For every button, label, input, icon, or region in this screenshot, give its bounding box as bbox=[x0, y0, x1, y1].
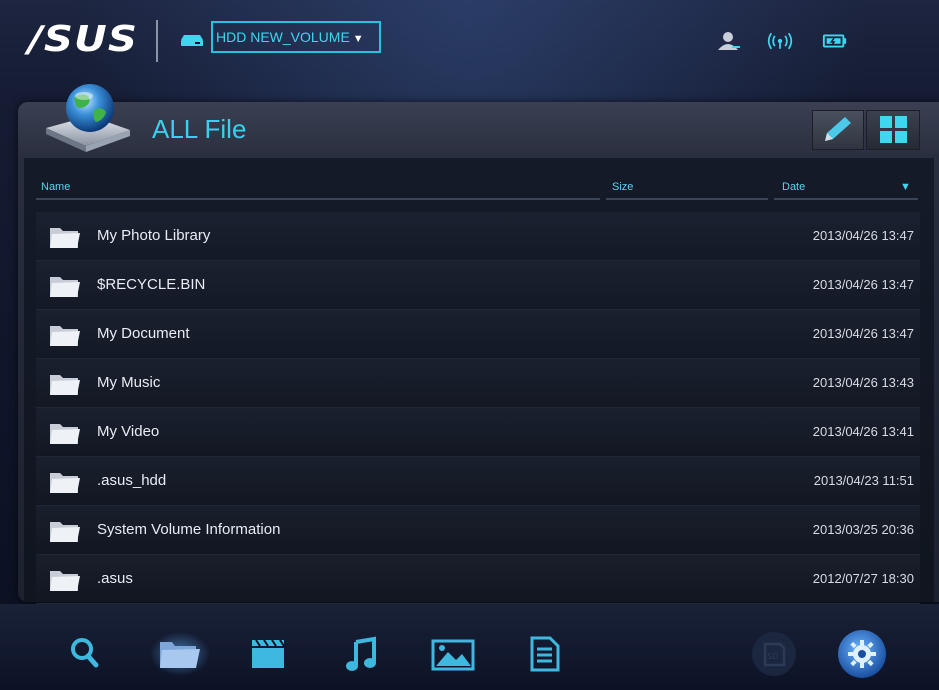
file-name: My Music bbox=[97, 374, 161, 391]
globe-book-icon bbox=[46, 84, 130, 152]
folder-icon bbox=[50, 228, 80, 248]
file-date: 2013/04/26 13:41 bbox=[812, 424, 914, 439]
folder-icon bbox=[50, 277, 80, 297]
logo-divider bbox=[156, 20, 158, 62]
hdd-icon bbox=[181, 35, 203, 46]
folder-icon bbox=[50, 326, 80, 346]
list-item[interactable]: $RECYCLE.BIN 2013/04/26 13:47 bbox=[36, 261, 920, 310]
column-header-date[interactable]: Date bbox=[782, 180, 805, 194]
svg-text:SD: SD bbox=[767, 652, 778, 661]
sd-card-icon: SD bbox=[752, 632, 796, 676]
file-name: .asus bbox=[97, 570, 133, 587]
list-item[interactable]: .asus_hdd 2013/04/23 11:51 bbox=[36, 457, 920, 506]
file-name: My Video bbox=[97, 423, 160, 440]
video-clapper-icon bbox=[252, 639, 285, 668]
list-item[interactable]: .asus 2012/07/27 18:30 bbox=[36, 555, 920, 604]
page-title: ALL File bbox=[152, 114, 247, 144]
edit-button[interactable] bbox=[812, 110, 864, 150]
app-window: /SUS HDD NEW_VOLUME ▼ ALL File Name Size… bbox=[0, 0, 939, 690]
list-item[interactable]: System Volume Information 2013/03/25 20:… bbox=[36, 506, 920, 555]
files-tab-button[interactable] bbox=[150, 630, 210, 678]
volume-dropdown[interactable]: HDD NEW_VOLUME ▼ bbox=[211, 21, 381, 53]
column-header-size[interactable]: Size bbox=[612, 180, 633, 194]
file-name: .asus_hdd bbox=[97, 472, 167, 489]
file-name: System Volume Information bbox=[97, 521, 281, 538]
column-header-name[interactable]: Name bbox=[41, 180, 70, 194]
documents-tab-button[interactable] bbox=[522, 632, 572, 676]
photo-icon bbox=[431, 639, 475, 671]
file-date: 2013/04/26 13:47 bbox=[812, 326, 914, 341]
sort-down-icon[interactable]: ▼ bbox=[900, 181, 911, 193]
list-item[interactable]: My Document 2013/04/26 13:47 bbox=[36, 310, 920, 359]
settings-gear-icon bbox=[838, 630, 886, 678]
file-name: $RECYCLE.BIN bbox=[97, 276, 206, 293]
volume-label: HDD NEW_VOLUME bbox=[216, 29, 350, 45]
column-divider-date bbox=[774, 198, 918, 200]
sd-card-button[interactable]: SD bbox=[748, 628, 800, 680]
document-icon bbox=[530, 636, 560, 672]
file-name: My Document bbox=[97, 325, 190, 342]
videos-tab-button[interactable] bbox=[244, 632, 294, 676]
list-item[interactable]: My Music 2013/04/26 13:43 bbox=[36, 359, 920, 408]
column-divider-name bbox=[36, 198, 600, 200]
folder-icon bbox=[50, 424, 80, 444]
list-item[interactable]: My Photo Library 2013/04/26 13:47 bbox=[36, 212, 920, 261]
list-item[interactable]: My Video 2013/04/26 13:41 bbox=[36, 408, 920, 457]
search-icon bbox=[71, 638, 99, 668]
grid-view-icon bbox=[880, 116, 907, 143]
search-button[interactable] bbox=[62, 632, 112, 676]
music-tab-button[interactable] bbox=[340, 632, 390, 676]
chevron-down-icon: ▼ bbox=[352, 33, 364, 45]
file-date: 2012/07/27 18:30 bbox=[812, 571, 914, 586]
folder-icon bbox=[50, 473, 80, 493]
column-divider-size bbox=[606, 198, 768, 200]
file-name: My Photo Library bbox=[97, 227, 211, 244]
file-date: 2013/04/26 13:47 bbox=[812, 277, 914, 292]
top-bar: /SUS HDD NEW_VOLUME ▼ bbox=[0, 0, 939, 84]
folder-icon bbox=[50, 522, 80, 542]
folder-icon bbox=[50, 571, 80, 591]
file-date: 2013/03/25 20:36 bbox=[812, 522, 914, 537]
settings-button[interactable] bbox=[836, 628, 888, 680]
music-note-icon bbox=[346, 636, 376, 671]
file-date: 2013/04/26 13:47 bbox=[812, 228, 914, 243]
folder-icon bbox=[150, 632, 210, 676]
grid-view-button[interactable] bbox=[866, 110, 920, 150]
folder-icon bbox=[50, 375, 80, 395]
file-date: 2013/04/26 13:43 bbox=[812, 375, 914, 390]
battery-icon[interactable] bbox=[822, 30, 848, 52]
wifi-icon[interactable] bbox=[767, 30, 793, 52]
user-icon[interactable] bbox=[716, 30, 742, 52]
file-date: 2013/04/23 11:51 bbox=[813, 473, 914, 488]
edit-pencil-icon bbox=[825, 117, 851, 141]
asus-logo: /SUS bbox=[28, 19, 139, 60]
photos-tab-button[interactable] bbox=[428, 632, 478, 676]
